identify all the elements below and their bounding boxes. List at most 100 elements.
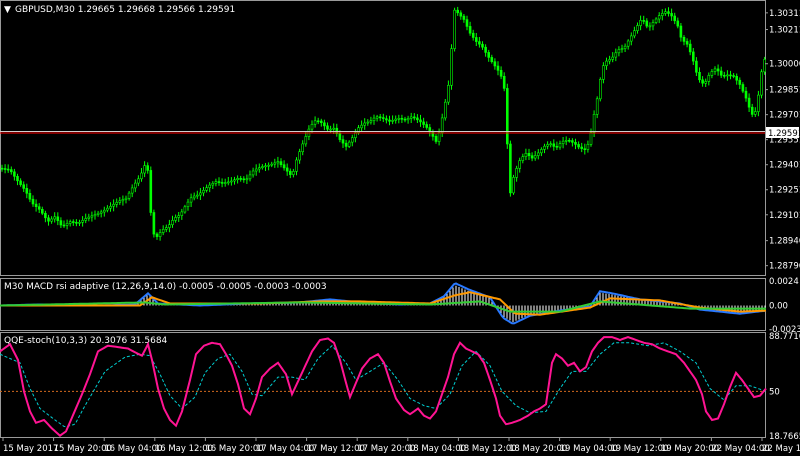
candle-body: [251, 170, 255, 176]
candle-body: [103, 209, 106, 213]
candle-body: [704, 81, 708, 84]
candle-body: [202, 190, 205, 194]
qqe-tick-label: 50: [769, 387, 780, 397]
candle-body: [515, 168, 518, 178]
candle-body: [726, 74, 729, 77]
time-tick-label: 19 May 20:00: [661, 444, 719, 454]
time-tick-label: 15 May 2017: [3, 444, 58, 454]
candle-body: [763, 59, 766, 73]
candle-body: [87, 216, 91, 219]
candle-body: [657, 15, 661, 20]
candle-body: [552, 143, 556, 147]
candle-body: [298, 151, 301, 161]
candle-body: [106, 207, 109, 211]
candle-body: [450, 48, 453, 86]
candle-body: [505, 88, 509, 145]
candle-body: [96, 212, 100, 215]
candle-body: [698, 72, 701, 81]
candle-body: [422, 121, 425, 125]
candle-body: [598, 79, 602, 100]
candle-body: [459, 12, 463, 17]
candle-body: [310, 124, 314, 130]
candle-body: [456, 9, 460, 14]
price-tick-label: 1.30006: [769, 60, 800, 70]
candle-body: [118, 200, 122, 203]
candle-body: [710, 71, 714, 76]
time-tick-label: 16 May 20:00: [205, 444, 263, 454]
candle-body: [236, 178, 239, 180]
time-tick-label: 17 May 04:00: [256, 444, 314, 454]
candle-body: [722, 75, 726, 77]
candle-body: [239, 178, 242, 180]
candle-body: [462, 15, 466, 20]
candle-body: [109, 206, 112, 209]
candle-body: [44, 213, 47, 219]
price-tick-label: 1.29701: [769, 111, 800, 121]
candle-body: [381, 117, 385, 119]
price-tick-label: 1.29101: [769, 211, 800, 221]
candle-body: [186, 201, 190, 208]
candle-body: [602, 65, 605, 80]
symbol-dropdown-icon[interactable]: ▼: [4, 5, 11, 15]
candle-body: [227, 181, 230, 184]
candle-body: [549, 143, 553, 146]
candle-body: [22, 184, 26, 189]
candle-body: [738, 79, 742, 85]
price-tick-label: 1.30311: [769, 9, 800, 19]
candle-body: [608, 59, 611, 62]
candle-body: [295, 159, 298, 172]
candle-body: [242, 178, 246, 181]
time-tick-label: 19 May 04:00: [560, 444, 618, 454]
candle-body: [62, 224, 66, 227]
candle-body: [577, 144, 580, 148]
candle-body: [279, 161, 283, 166]
candle-body: [716, 68, 720, 72]
macd-tick-label: 0.0024: [769, 277, 799, 287]
candle-body: [99, 211, 103, 214]
candle-body: [171, 220, 174, 225]
candle-body: [161, 229, 165, 233]
candle-body: [81, 220, 84, 223]
candle-body: [230, 180, 233, 183]
candle-body: [372, 117, 376, 121]
candle-body: [65, 223, 69, 226]
candle-body: [685, 41, 689, 45]
candle-body: [670, 13, 673, 17]
candle-body: [0, 167, 4, 170]
candle-body: [50, 218, 53, 222]
candle-body: [25, 188, 29, 194]
candle-body: [369, 120, 373, 123]
current-price-label: 1.29591: [768, 129, 800, 139]
candle-body: [152, 212, 156, 235]
candle-body: [713, 68, 717, 72]
candle-body: [595, 98, 599, 115]
candle-body: [115, 202, 118, 205]
candle-body: [165, 227, 168, 230]
trading-chart[interactable]: ▼ GBPUSD,M30 1.29665 1.29668 1.29566 1.2…: [0, 0, 800, 456]
candle-body: [484, 46, 487, 53]
candle-body: [28, 193, 32, 200]
candle-body: [134, 182, 137, 189]
main-title: GBPUSD,M30 1.29665 1.29668 1.29566 1.295…: [15, 5, 235, 15]
candle-body: [363, 122, 367, 126]
candle-body: [326, 125, 329, 130]
candle-body: [137, 178, 140, 184]
candle-body: [645, 20, 649, 27]
candle-body: [192, 195, 196, 199]
price-tick-label: 1.29851: [769, 86, 800, 96]
candle-body: [682, 36, 686, 42]
time-tick-label: 15 May 20:00: [54, 444, 112, 454]
candle-body: [323, 122, 326, 127]
candle-body: [158, 232, 162, 237]
candle-body: [580, 146, 584, 149]
macd-title: M30 MACD rsi adaptive (12,26,9,14.0) -0.…: [4, 282, 327, 292]
candle-body: [471, 32, 475, 38]
candle-body: [59, 220, 63, 226]
candle-body: [124, 197, 128, 200]
candle-body: [673, 15, 677, 22]
candle-body: [741, 84, 745, 92]
candle-body: [416, 117, 419, 121]
candle-body: [75, 222, 78, 224]
candle-body: [146, 165, 149, 171]
candle-body: [564, 140, 568, 142]
